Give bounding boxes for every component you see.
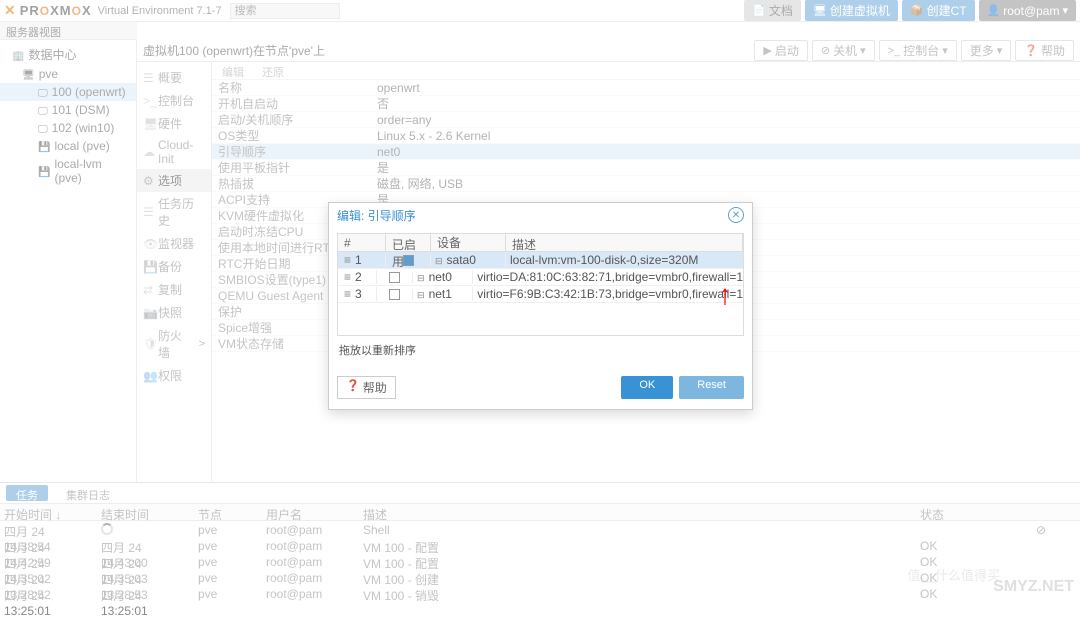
device-icon <box>417 270 425 284</box>
watermark: SMYZ.NET <box>993 578 1074 596</box>
device-icon <box>417 287 425 301</box>
enable-checkbox[interactable] <box>403 255 414 266</box>
close-icon[interactable]: ✕ <box>728 207 744 223</box>
ok-button[interactable]: OK <box>621 376 673 399</box>
device-icon <box>435 253 443 267</box>
drag-handle-icon[interactable] <box>344 287 351 301</box>
enable-checkbox[interactable] <box>389 272 400 283</box>
boot-order-modal: 编辑: 引导顺序 ✕ # 已启用 设备 描述 1 sata0local-lvm:… <box>328 202 753 410</box>
boot-order-row[interactable]: 3 net1virtio=F6:9B:C3:42:1B:73,bridge=vm… <box>338 286 743 303</box>
boot-order-row[interactable]: 2 net0virtio=DA:81:0C:63:82:71,bridge=vm… <box>338 269 743 286</box>
drag-handle-icon[interactable] <box>344 270 351 284</box>
annotation-arrow: ↑ <box>718 279 732 311</box>
modal-title: 编辑: 引导顺序 <box>337 207 416 224</box>
drag-handle-icon[interactable] <box>344 253 351 267</box>
watermark: 值__什么值得买 <box>908 565 1000 584</box>
reorder-hint: 拖放以重新排序 <box>337 336 744 364</box>
reset-button[interactable]: Reset <box>679 376 744 399</box>
enable-checkbox[interactable] <box>389 289 400 300</box>
modal-help-button[interactable]: ❓ 帮助 <box>337 376 396 399</box>
